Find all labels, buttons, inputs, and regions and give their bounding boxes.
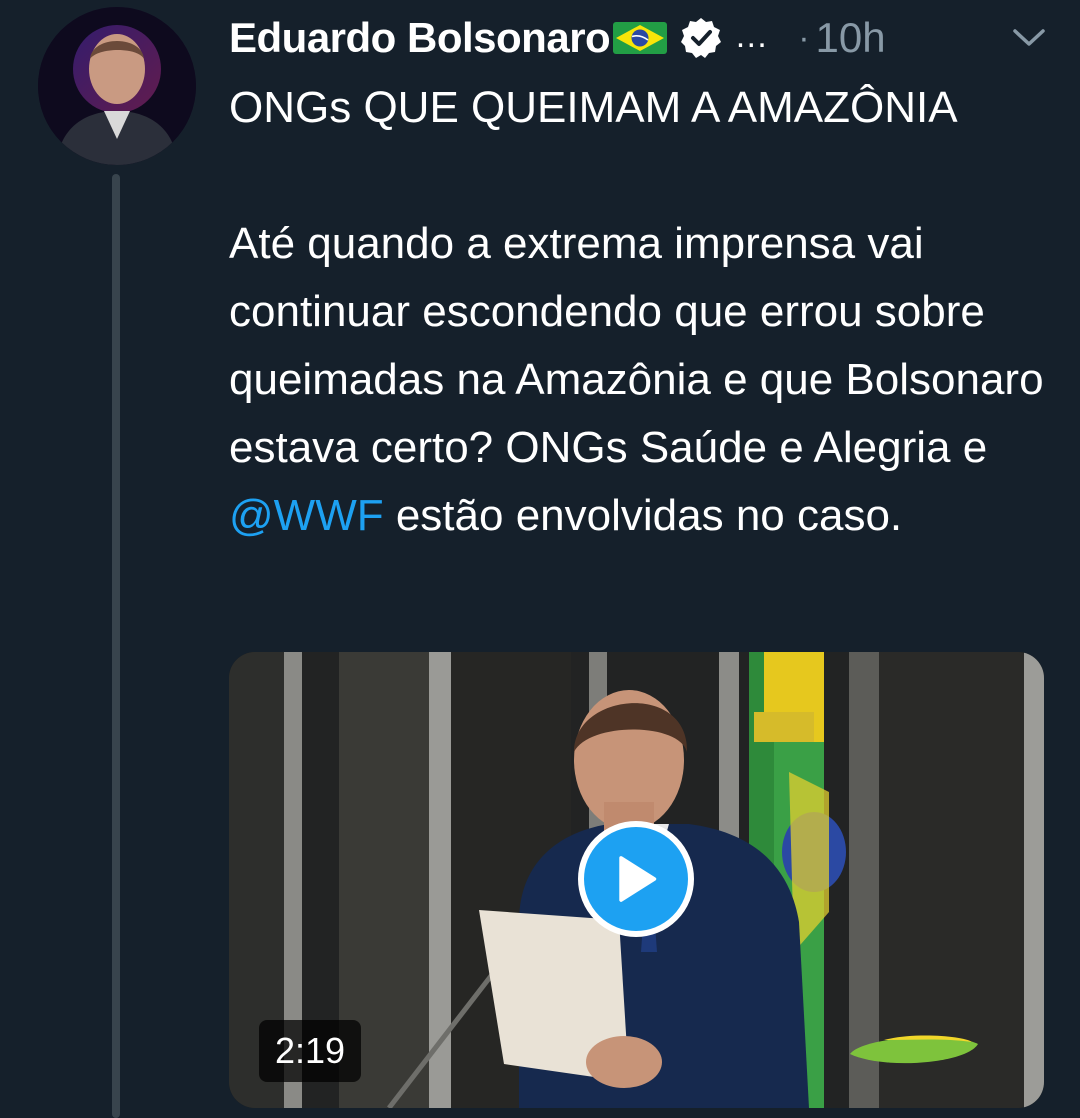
author-avatar[interactable] xyxy=(38,7,196,165)
name-truncation-ellipsis: … xyxy=(734,16,769,55)
brazil-flag-icon xyxy=(612,21,668,55)
verified-badge-icon xyxy=(680,17,722,59)
play-button[interactable] xyxy=(578,821,694,937)
video-player[interactable]: 2:19 xyxy=(229,652,1044,1108)
video-duration: 2:19 xyxy=(259,1020,362,1082)
tweet-body-text: Até quando a extrema imprensa vai contin… xyxy=(229,219,1044,472)
thread-line xyxy=(112,174,120,1118)
tweet-timestamp[interactable]: 10h xyxy=(816,14,886,62)
mention-link[interactable]: @WWF xyxy=(229,491,384,540)
author-display-name[interactable]: Eduardo Bolsonaro xyxy=(229,14,611,62)
play-icon xyxy=(619,856,657,902)
broadcast-watermark xyxy=(850,1035,978,1064)
tweet-body: Até quando a extrema imprensa vai contin… xyxy=(229,210,1059,550)
chevron-down-icon[interactable] xyxy=(1011,26,1047,50)
header-separator: · xyxy=(798,18,810,57)
tweet-body-text-end: estão envolvidas no caso. xyxy=(383,491,903,540)
tweet-header: Eduardo Bolsonaro … · 10h xyxy=(229,10,1049,66)
tweet-text: ONGs QUE QUEIMAM A AMAZÔNIA Até quando a… xyxy=(229,74,1059,550)
tweet-headline: ONGs QUE QUEIMAM A AMAZÔNIA xyxy=(229,83,958,132)
